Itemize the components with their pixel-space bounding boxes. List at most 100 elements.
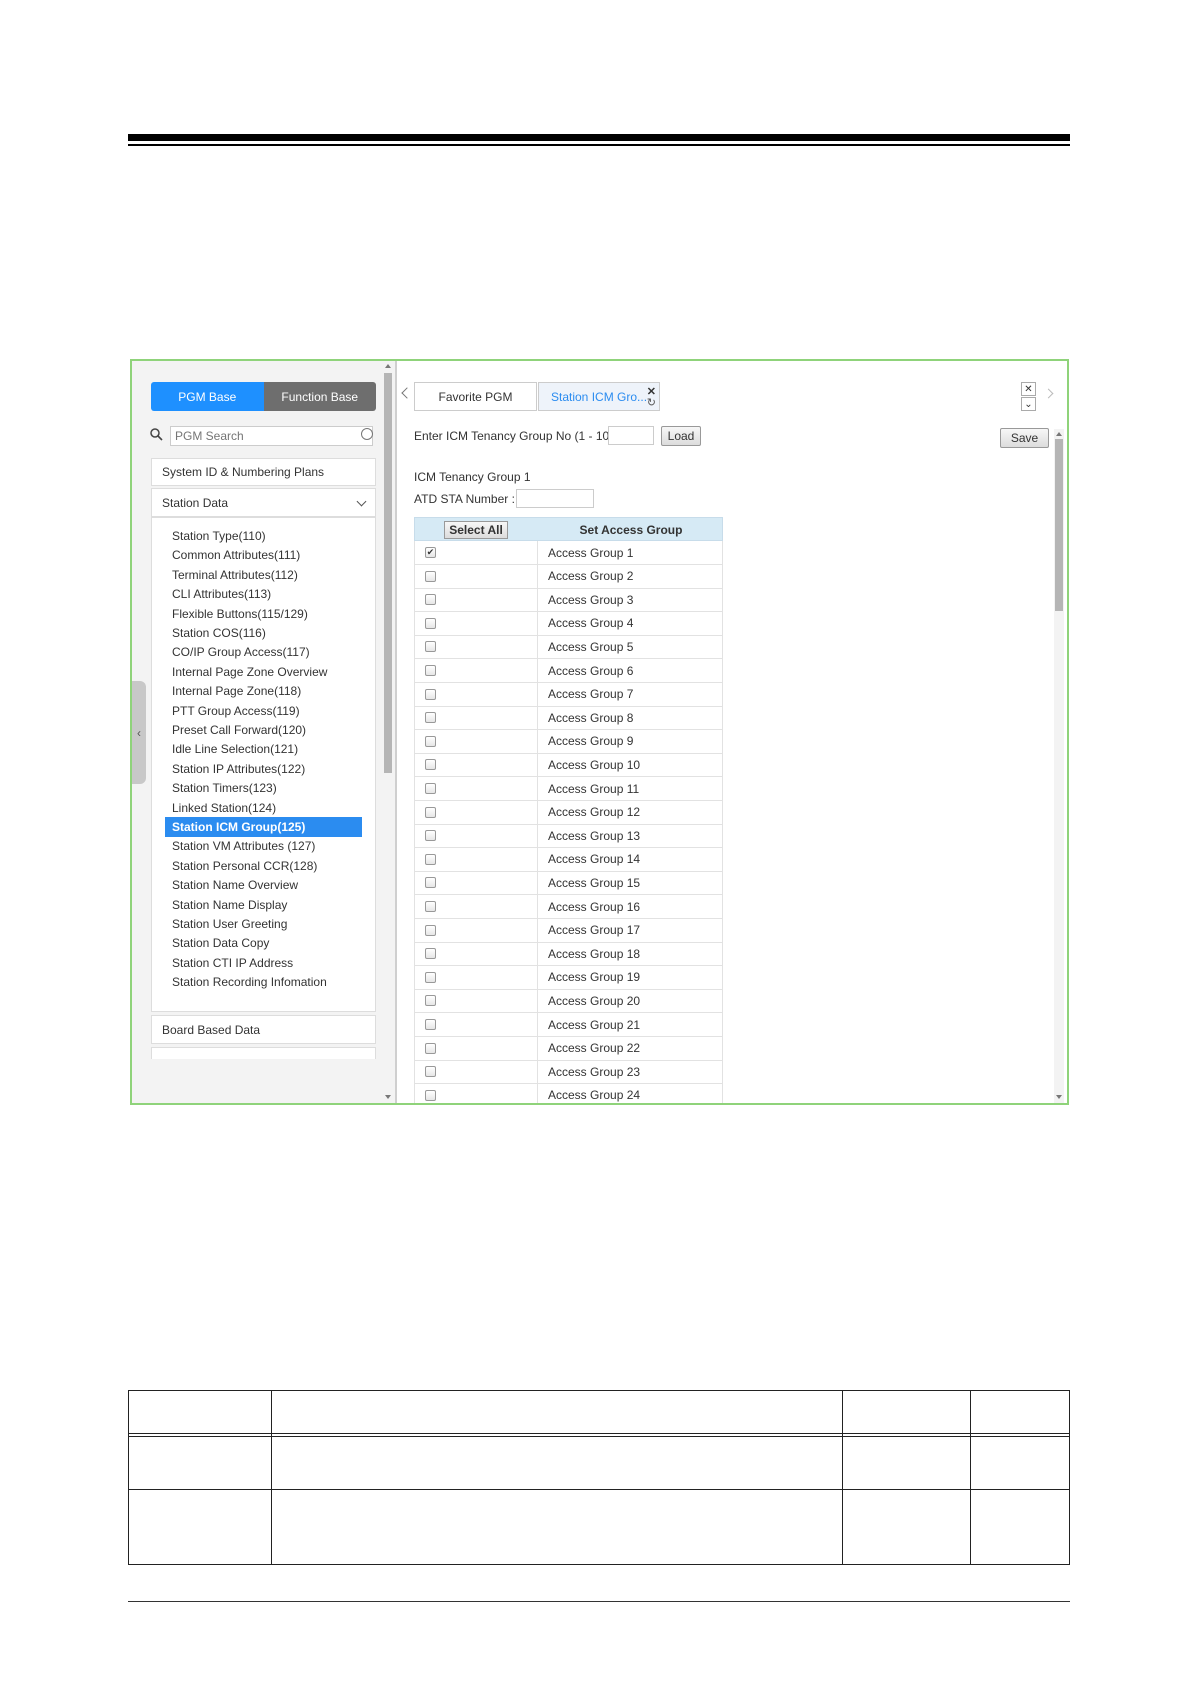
access-group-label: Access Group 16 [548,899,641,914]
access-group-checkbox[interactable] [425,783,436,794]
access-group-checkbox[interactable] [425,1066,436,1078]
scroll-thumb[interactable] [1055,439,1063,611]
clear-search-icon[interactable] [361,428,373,440]
access-group-checkbox[interactable] [425,1089,436,1101]
station-data-list: Station Type(110) Common Attributes(111)… [151,517,376,1012]
load-button[interactable]: Load [661,426,701,446]
access-group-checkbox[interactable] [425,1042,436,1054]
access-group-checkbox[interactable] [425,665,436,676]
access-group-label: Access Group 20 [548,993,641,1008]
access-group-checkbox[interactable] [425,877,436,889]
left-scrollbar[interactable] [383,361,393,1103]
access-group-checkbox[interactable] [425,901,436,912]
access-group-checkbox[interactable] [425,924,436,936]
access-group-checkbox[interactable] [425,570,436,582]
access-group-label: Access Group 6 [548,663,634,678]
nav-station-timers[interactable]: Station Timers(123) [165,778,362,798]
dropdown-icon[interactable]: ⌄ [1021,397,1036,411]
access-group-checkbox[interactable] [425,806,436,818]
header-rule-thin [128,144,1070,146]
section-station-data[interactable]: Station Data [151,488,376,517]
table-row: Access Group 11 [414,777,723,801]
atd-sta-number-input[interactable] [516,489,594,508]
tab-pgm-base[interactable]: PGM Base [151,382,264,411]
access-group-checkbox[interactable] [425,948,436,960]
nav-common-attributes[interactable]: Common Attributes(111) [165,545,362,565]
refresh-icon[interactable]: ↻ [647,396,656,409]
access-group-checkbox[interactable] [425,688,436,700]
access-group-label: Access Group 17 [548,923,641,938]
nav-terminal-attributes[interactable]: Terminal Attributes(112) [165,565,362,585]
right-scrollbar[interactable] [1054,429,1064,1103]
scroll-up-icon[interactable] [1056,432,1062,436]
group-number-input[interactable] [608,426,654,445]
nav-station-name-overview[interactable]: Station Name Overview [165,875,362,895]
tab-prev-icon[interactable] [401,387,413,399]
nav-station-icm-group[interactable]: Station ICM Group(125) [165,817,362,837]
access-group-label: Access Group 4 [548,616,634,631]
nav-station-name-display[interactable]: Station Name Display [165,895,362,915]
access-group-checkbox[interactable] [425,735,436,747]
chevron-left-icon: ‹ [137,725,141,740]
access-group-checkbox[interactable] [425,617,436,629]
table-row: Access Group 23 [414,1060,723,1085]
atd-sta-number-label: ATD STA Number : [414,492,515,506]
nav-station-cti-ip-address[interactable]: Station CTI IP Address [165,953,362,973]
nav-idle-line-selection[interactable]: Idle Line Selection(121) [165,739,362,759]
access-group-checkbox[interactable] [425,830,436,842]
access-group-checkbox[interactable]: ✔ [425,547,436,558]
nav-co-ip-group-access[interactable]: CO/IP Group Access(117) [165,642,362,662]
section-board-based-data[interactable]: Board Based Data [151,1015,376,1044]
nav-station-type[interactable]: Station Type(110) [165,526,362,546]
tab-function-base[interactable]: Function Base [263,382,376,411]
select-all-button[interactable]: Select All [444,521,508,539]
collapse-panel-handle[interactable]: ‹ [132,681,146,784]
nav-station-personal-ccr[interactable]: Station Personal CCR(128) [165,856,362,876]
nav-station-vm-attributes[interactable]: Station VM Attributes (127) [165,836,362,856]
nav-cli-attributes[interactable]: CLI Attributes(113) [165,584,362,604]
access-group-checkbox[interactable] [425,759,436,771]
cell-divider [537,1060,538,1084]
nav-preset-call-forward[interactable]: Preset Call Forward(120) [165,720,362,740]
tab-favorite-pgm[interactable]: Favorite PGM [414,382,537,411]
access-group-checkbox[interactable] [425,853,436,865]
column-header-set-access-group: Set Access Group [579,523,683,537]
access-group-checkbox[interactable] [425,995,436,1007]
access-group-label: Access Group 18 [548,946,641,961]
scroll-thumb[interactable] [384,373,392,773]
access-group-checkbox[interactable] [425,712,436,724]
cell-divider [537,706,538,730]
table-header-divider [129,1433,1069,1434]
save-button[interactable]: Save [1000,428,1049,448]
nav-linked-station[interactable]: Linked Station(124) [165,798,362,818]
nav-internal-page-zone-overview[interactable]: Internal Page Zone Overview [165,662,362,682]
nav-station-data-copy[interactable]: Station Data Copy [165,933,362,953]
scroll-down-icon[interactable] [385,1095,391,1099]
nav-station-cos[interactable]: Station COS(116) [165,623,362,643]
nav-flexible-buttons[interactable]: Flexible Buttons(115/129) [165,604,362,624]
nav-internal-page-zone[interactable]: Internal Page Zone(118) [165,681,362,701]
tab-station-icm-group[interactable]: Station ICM Gro... ✕ ↻ [538,382,660,411]
nav-station-user-greeting[interactable]: Station User Greeting [165,914,362,934]
close-all-icon[interactable]: ✕ [1021,382,1036,396]
cell-divider [537,635,538,659]
access-group-checkbox[interactable] [425,971,436,983]
table-row: Access Group 2 [414,564,723,589]
section-system-id[interactable]: System ID & Numbering Plans [151,458,376,486]
nav-station-ip-attributes[interactable]: Station IP Attributes(122) [165,759,362,779]
cell-divider [537,777,538,800]
cell-divider [537,989,538,1013]
table-row: ✔ Access Group 1 [414,541,723,565]
scroll-down-icon[interactable] [1056,1095,1062,1099]
scroll-up-icon[interactable] [385,364,391,368]
nav-ptt-group-access[interactable]: PTT Group Access(119) [165,701,362,721]
access-group-checkbox[interactable] [425,1019,436,1030]
tab-next-icon[interactable] [1043,388,1054,399]
cell-divider [537,847,538,871]
access-group-checkbox[interactable] [425,641,436,653]
access-group-checkbox[interactable] [425,594,436,606]
pgm-search-input[interactable] [170,426,373,446]
nav-station-recording-information[interactable]: Station Recording Infomation [165,972,362,992]
tab-label: Station ICM Gro... [551,389,648,404]
chevron-down-icon [356,496,367,507]
